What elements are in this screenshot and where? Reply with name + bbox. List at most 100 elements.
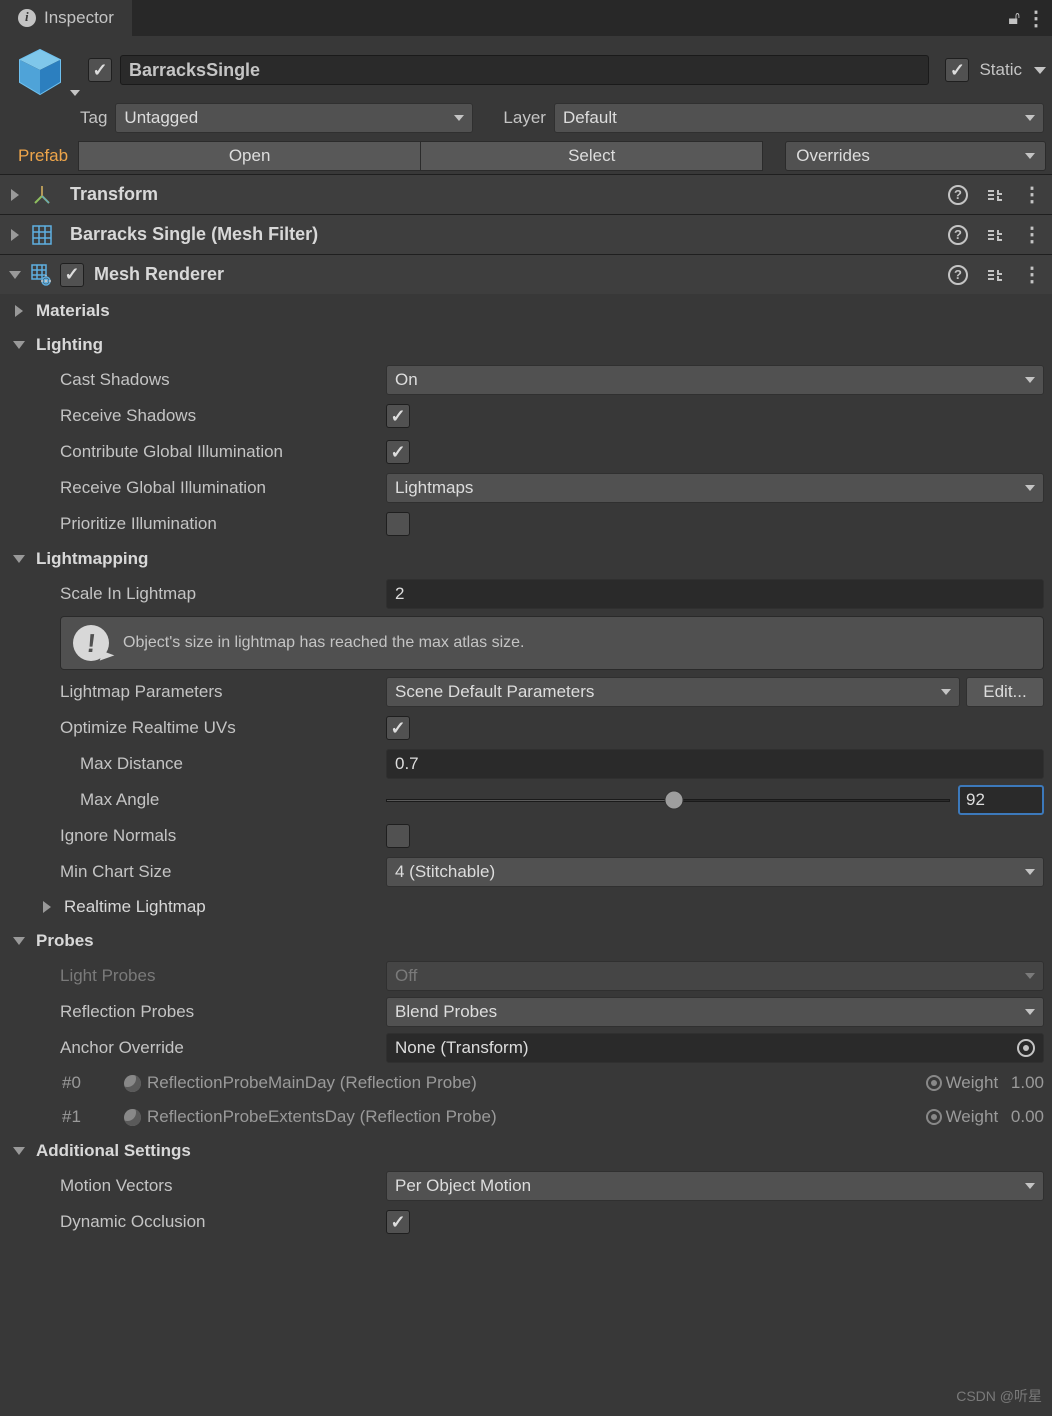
transform-component-header[interactable]: Transform ? ⋮ — [0, 174, 1052, 214]
lightmapping-foldout[interactable]: Lightmapping — [0, 542, 1052, 576]
mesh-renderer-icon — [30, 263, 54, 287]
preset-icon[interactable] — [986, 226, 1004, 244]
lightmap-warning-box: ! Object's size in lightmap has reached … — [60, 616, 1044, 670]
ignore-normals-checkbox[interactable] — [386, 824, 410, 848]
lightmap-params-edit-button[interactable]: Edit... — [966, 677, 1044, 707]
static-dropdown-icon[interactable] — [1034, 67, 1046, 74]
probe-weight-label: Weight — [946, 1073, 999, 1093]
prefab-icon-dropdown[interactable] — [70, 90, 80, 96]
foldout-icon — [12, 934, 26, 948]
probe-weight-label: Weight — [946, 1107, 999, 1127]
max-distance-label: Max Distance — [0, 754, 386, 774]
prefab-open-button[interactable]: Open — [78, 141, 421, 171]
materials-foldout[interactable]: Materials — [0, 294, 1052, 328]
probe-icon — [124, 1109, 141, 1126]
probe-weight-value: 0.00 — [1011, 1107, 1044, 1127]
light-probes-dropdown: Off — [386, 961, 1044, 991]
inspector-tab[interactable]: Inspector — [0, 0, 132, 36]
chevron-down-icon — [1025, 377, 1035, 383]
max-distance-input[interactable]: 0.7 — [386, 749, 1044, 779]
probes-foldout[interactable]: Probes — [0, 924, 1052, 958]
foldout-icon[interactable] — [8, 268, 22, 282]
light-probes-label: Light Probes — [0, 966, 386, 986]
max-angle-slider[interactable] — [386, 790, 950, 810]
additional-settings-foldout[interactable]: Additional Settings — [0, 1134, 1052, 1168]
reflection-probes-dropdown[interactable]: Blend Probes — [386, 997, 1044, 1027]
probe-index: #0 — [62, 1073, 124, 1093]
lightmap-params-label: Lightmap Parameters — [0, 682, 386, 702]
max-angle-value: 92 — [966, 790, 985, 810]
gameobject-active-checkbox[interactable] — [88, 58, 112, 82]
tag-value: Untagged — [124, 108, 198, 128]
overrides-label: Overrides — [796, 146, 870, 166]
probe-list-item: #0 ReflectionProbeMainDay (Reflection Pr… — [0, 1066, 1052, 1100]
cast-shadows-dropdown[interactable]: On — [386, 365, 1044, 395]
lightmap-warning-text: Object's size in lightmap has reached th… — [123, 634, 524, 652]
probe-list-item: #1 ReflectionProbeExtentsDay (Reflection… — [0, 1100, 1052, 1134]
ignore-normals-label: Ignore Normals — [0, 826, 386, 846]
static-checkbox[interactable] — [945, 58, 969, 82]
min-chart-dropdown[interactable]: 4 (Stitchable) — [386, 857, 1044, 887]
chevron-down-icon — [1025, 1183, 1035, 1189]
lighting-foldout[interactable]: Lighting — [0, 328, 1052, 362]
probe-name: ReflectionProbeMainDay (Reflection Probe… — [147, 1073, 477, 1093]
kebab-icon[interactable]: ⋮ — [1022, 182, 1042, 207]
lightmap-params-dropdown[interactable]: Scene Default Parameters — [386, 677, 960, 707]
scale-lightmap-input[interactable]: 2 — [386, 579, 1044, 609]
preset-icon[interactable] — [986, 186, 1004, 204]
probe-name: ReflectionProbeExtentsDay (Reflection Pr… — [147, 1107, 497, 1127]
prioritize-checkbox[interactable] — [386, 512, 410, 536]
kebab-icon[interactable]: ⋮ — [1026, 6, 1046, 31]
tag-label: Tag — [80, 108, 107, 128]
transform-title: Transform — [70, 184, 158, 205]
layer-dropdown[interactable]: Default — [554, 103, 1044, 133]
dynamic-occlusion-checkbox[interactable] — [386, 1210, 410, 1234]
meshrenderer-enabled-checkbox[interactable] — [60, 263, 84, 287]
motion-vectors-value: Per Object Motion — [395, 1176, 531, 1196]
probe-index: #1 — [62, 1107, 124, 1127]
contribute-gi-label: Contribute Global Illumination — [0, 442, 386, 462]
chevron-down-icon — [1025, 869, 1035, 875]
receive-gi-dropdown[interactable]: Lightmaps — [386, 473, 1044, 503]
meshfilter-component-header[interactable]: Barracks Single (Mesh Filter) ? ⋮ — [0, 214, 1052, 254]
cast-shadows-value: On — [395, 370, 418, 390]
kebab-icon[interactable]: ⋮ — [1022, 262, 1042, 287]
min-chart-value: 4 (Stitchable) — [395, 862, 495, 882]
kebab-icon[interactable]: ⋮ — [1022, 222, 1042, 247]
layer-label: Layer — [503, 108, 546, 128]
foldout-icon[interactable] — [8, 188, 22, 202]
optimize-uvs-checkbox[interactable] — [386, 716, 410, 740]
foldout-icon — [40, 900, 54, 914]
dynamic-occlusion-label: Dynamic Occlusion — [0, 1212, 386, 1232]
object-picker-icon[interactable] — [1017, 1039, 1035, 1057]
preset-icon[interactable] — [986, 266, 1004, 284]
cast-shadows-label: Cast Shadows — [0, 370, 386, 390]
realtime-lightmap-foldout[interactable]: Realtime Lightmap — [0, 890, 1052, 924]
gameobject-name-input[interactable] — [120, 55, 929, 85]
warning-icon: ! — [73, 625, 109, 661]
anchor-override-field[interactable]: None (Transform) — [386, 1033, 1044, 1063]
chevron-down-icon — [1025, 1009, 1035, 1015]
meshrenderer-component-header[interactable]: Mesh Renderer ? ⋮ — [0, 254, 1052, 294]
receive-gi-label: Receive Global Illumination — [0, 478, 386, 498]
help-icon[interactable]: ? — [948, 185, 968, 205]
tag-dropdown[interactable]: Untagged — [115, 103, 473, 133]
receive-shadows-checkbox[interactable] — [386, 404, 410, 428]
static-label: Static — [979, 60, 1022, 80]
help-icon[interactable]: ? — [948, 265, 968, 285]
contribute-gi-checkbox[interactable] — [386, 440, 410, 464]
foldout-icon — [12, 552, 26, 566]
chevron-down-icon — [941, 689, 951, 695]
prioritize-label: Prioritize Illumination — [0, 514, 386, 534]
max-angle-input[interactable]: 92 — [958, 785, 1044, 815]
lock-icon[interactable]: 🔓︎ — [1008, 8, 1020, 29]
chevron-down-icon — [1025, 115, 1035, 121]
prefab-select-button[interactable]: Select — [421, 141, 763, 171]
scale-lightmap-label: Scale In Lightmap — [0, 584, 386, 604]
anchor-override-value: None (Transform) — [395, 1038, 529, 1058]
motion-vectors-dropdown[interactable]: Per Object Motion — [386, 1171, 1044, 1201]
target-icon — [926, 1075, 942, 1091]
prefab-overrides-dropdown[interactable]: Overrides — [785, 141, 1046, 171]
foldout-icon[interactable] — [8, 228, 22, 242]
help-icon[interactable]: ? — [948, 225, 968, 245]
